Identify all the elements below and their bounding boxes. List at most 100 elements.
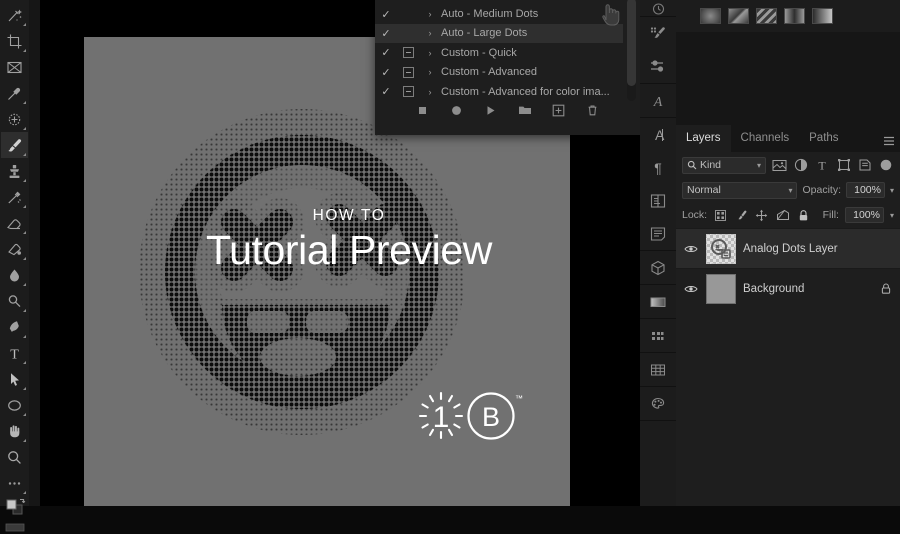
layer-filter-row: Kind ▾ T bbox=[676, 152, 900, 178]
eye-icon[interactable] bbox=[682, 244, 699, 254]
lock-artboard-nesting-icon[interactable] bbox=[775, 207, 790, 223]
actions-list[interactable]: ✓›Auto - Small Dots✓›Auto - Medium Dots✓… bbox=[375, 0, 623, 104]
layer-lock-icon[interactable] bbox=[878, 282, 894, 295]
rail-item-gradients[interactable] bbox=[640, 285, 676, 318]
action-row[interactable]: ✓›Custom - Quick bbox=[375, 43, 623, 62]
rail-item-history[interactable] bbox=[640, 0, 676, 16]
chevron-right-icon[interactable]: › bbox=[419, 48, 441, 58]
new-action-button[interactable] bbox=[551, 103, 566, 118]
stop-button[interactable] bbox=[415, 103, 430, 118]
fill-value[interactable]: 100% bbox=[845, 207, 884, 223]
rail-item-paragraph[interactable]: ¶ bbox=[640, 151, 676, 184]
tool-history-brush[interactable] bbox=[1, 184, 28, 210]
lock-transparent-pixels-icon[interactable] bbox=[713, 207, 728, 223]
gradient-presets-row[interactable] bbox=[676, 0, 900, 32]
record-button[interactable] bbox=[449, 103, 464, 118]
lock-image-pixels-icon[interactable] bbox=[734, 207, 749, 223]
blend-mode-select[interactable]: Normal ▾ bbox=[682, 182, 797, 199]
lock-all-icon[interactable] bbox=[796, 207, 811, 223]
action-checkbox[interactable]: ✓ bbox=[375, 85, 397, 98]
rail-item-color[interactable] bbox=[640, 387, 676, 420]
tool-magic-wand[interactable] bbox=[1, 2, 28, 28]
play-button[interactable] bbox=[483, 103, 498, 118]
opacity-value[interactable]: 100% bbox=[846, 182, 885, 198]
layer-row[interactable]: Background bbox=[676, 268, 900, 308]
tool-frame[interactable] bbox=[1, 54, 28, 80]
svg-text:A: A bbox=[655, 127, 665, 143]
actions-scrollbar-thumb[interactable] bbox=[627, 0, 636, 86]
action-row[interactable]: ✓›Auto - Medium Dots bbox=[375, 4, 623, 23]
panel-menu-icon[interactable] bbox=[883, 133, 895, 151]
layer-filter-kind-select[interactable]: Kind ▾ bbox=[682, 157, 766, 174]
layer-thumbnail[interactable] bbox=[706, 274, 736, 304]
default-colors-swatch[interactable] bbox=[1, 520, 28, 534]
chevron-right-icon[interactable]: › bbox=[419, 28, 441, 38]
tool-ellipse[interactable] bbox=[1, 392, 28, 418]
gradient-preset-5[interactable] bbox=[812, 8, 833, 24]
chevron-right-icon[interactable]: › bbox=[419, 9, 441, 19]
layer-row[interactable]: Analog Dots Layer bbox=[676, 228, 900, 268]
layer-thumbnail[interactable] bbox=[706, 234, 736, 264]
filter-shape-layers-icon[interactable] bbox=[836, 157, 851, 174]
filter-smart-objects-icon[interactable] bbox=[857, 157, 872, 174]
tool-type[interactable]: T bbox=[1, 340, 28, 366]
action-dialog-toggle[interactable] bbox=[397, 47, 419, 58]
layer-list[interactable]: Analog Dots Layer Background bbox=[676, 228, 900, 308]
rail-item-brush-settings[interactable] bbox=[640, 17, 676, 50]
filter-type-layers-icon[interactable]: T bbox=[815, 157, 830, 174]
tool-crop[interactable] bbox=[1, 28, 28, 54]
chevron-right-icon[interactable]: › bbox=[419, 87, 441, 97]
tool-eyedropper[interactable] bbox=[1, 80, 28, 106]
rail-item-patterns[interactable] bbox=[640, 319, 676, 352]
action-row[interactable]: ✓›Custom - Advanced bbox=[375, 63, 623, 82]
lock-position-icon[interactable] bbox=[755, 207, 770, 223]
action-row[interactable]: ✓›Auto - Large Dots bbox=[375, 24, 623, 43]
filter-toggle-icon[interactable] bbox=[879, 157, 894, 174]
rail-item-character[interactable]: A bbox=[640, 118, 676, 151]
gradient-preset-2[interactable] bbox=[728, 8, 749, 24]
rail-item-swatches[interactable] bbox=[640, 353, 676, 386]
action-checkbox[interactable]: ✓ bbox=[375, 8, 397, 21]
tool-hand[interactable] bbox=[1, 418, 28, 444]
tab-paths[interactable]: Paths bbox=[799, 125, 848, 152]
tool-dodge[interactable] bbox=[1, 288, 28, 314]
tool-eraser[interactable] bbox=[1, 210, 28, 236]
gradient-preset-3[interactable] bbox=[756, 8, 777, 24]
tool-edit-toolbar[interactable] bbox=[1, 470, 28, 496]
eye-icon[interactable] bbox=[682, 284, 699, 294]
tool-clone-stamp[interactable] bbox=[1, 158, 28, 184]
gradient-preset-1[interactable] bbox=[700, 8, 721, 24]
gradient-preset-4[interactable] bbox=[784, 8, 805, 24]
chevron-right-icon[interactable]: › bbox=[419, 67, 441, 77]
tool-blur[interactable] bbox=[1, 262, 28, 288]
action-checkbox[interactable]: ✓ bbox=[375, 27, 397, 40]
new-set-folder-button[interactable] bbox=[517, 103, 532, 118]
tool-path-selection[interactable] bbox=[1, 366, 28, 392]
action-dialog-toggle[interactable] bbox=[397, 67, 419, 78]
foreground-background-colors[interactable] bbox=[1, 496, 28, 520]
filter-pixel-layers-icon[interactable] bbox=[772, 157, 787, 174]
action-checkbox[interactable]: ✓ bbox=[375, 0, 397, 1]
action-dialog-toggle[interactable] bbox=[397, 86, 419, 97]
fill-chevron-down-icon[interactable]: ▾ bbox=[890, 211, 894, 220]
tool-spot-healing[interactable] bbox=[1, 106, 28, 132]
action-checkbox[interactable]: ✓ bbox=[375, 46, 397, 59]
filter-adjustment-layers-icon[interactable] bbox=[793, 157, 808, 174]
layer-name: Analog Dots Layer bbox=[743, 243, 871, 255]
rail-item-3d[interactable] bbox=[640, 251, 676, 284]
delete-button[interactable] bbox=[585, 103, 600, 118]
tool-brush[interactable] bbox=[1, 132, 28, 158]
tool-flyout-indicator bbox=[23, 49, 26, 52]
tab-channels[interactable]: Channels bbox=[731, 125, 800, 152]
tool-gradient[interactable] bbox=[1, 236, 28, 262]
rail-item-paragraph-styles[interactable] bbox=[640, 217, 676, 250]
rail-item-styles[interactable]: A bbox=[640, 84, 676, 117]
rail-item-character-styles[interactable] bbox=[640, 184, 676, 217]
tab-layers[interactable]: Layers bbox=[676, 125, 731, 152]
action-checkbox[interactable]: ✓ bbox=[375, 66, 397, 79]
layer-filter-kind-value: Kind bbox=[700, 159, 754, 171]
opacity-chevron-down-icon[interactable]: ▾ bbox=[890, 186, 894, 195]
tool-zoom[interactable] bbox=[1, 444, 28, 470]
tool-pen[interactable] bbox=[1, 314, 28, 340]
rail-item-adjustments[interactable] bbox=[640, 50, 676, 83]
